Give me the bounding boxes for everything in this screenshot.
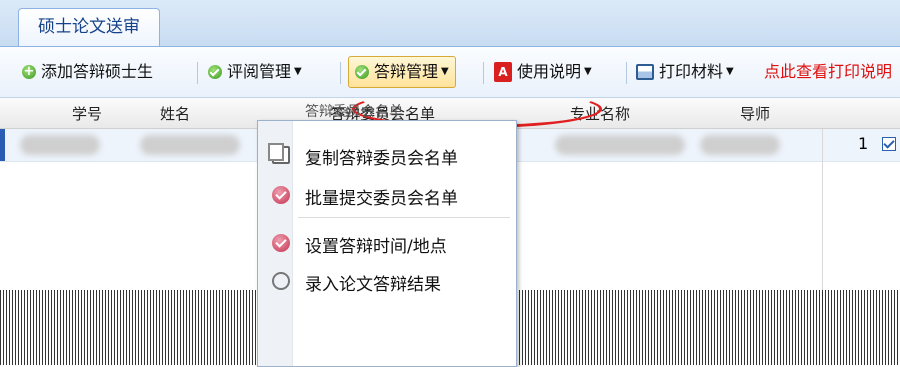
print-menu-label: 打印材料	[659, 62, 724, 81]
clock-icon	[272, 272, 290, 290]
redacted-cell	[700, 135, 780, 155]
add-icon: +	[22, 64, 36, 79]
redacted-cell	[555, 135, 685, 155]
menu-item-label: 复制答辩委员会名单	[305, 149, 458, 169]
menu-separator	[298, 217, 510, 218]
add-student-label: 添加答辩硕士生	[41, 62, 154, 81]
manual-menu-button[interactable]: A 使用说明 ▼	[494, 56, 592, 88]
menu-item-batch-submit[interactable]: 批量提交委员会名单	[258, 177, 516, 213]
menu-header-label: 答辩委员会名单	[305, 104, 403, 120]
toolbar-separator	[340, 62, 341, 84]
print-help-link[interactable]: 点此查看打印说明	[764, 56, 892, 88]
chevron-down-icon: ▼	[584, 66, 592, 77]
toolbar-separator	[626, 62, 627, 84]
review-menu-button[interactable]: 评阅管理 ▼	[208, 56, 302, 88]
toolbar-separator	[197, 62, 198, 84]
menu-header: 答辩委员会名单	[258, 99, 516, 121]
defense-dropdown-menu: 答辩委员会名单 复制答辩委员会名单 批量提交委员会名单 设置答辩时间/地点 录入…	[257, 104, 517, 367]
print-menu-button[interactable]: 打印材料 ▼	[636, 56, 734, 88]
column-header-advisor[interactable]: 导师	[740, 103, 770, 124]
chevron-down-icon: ▼	[726, 66, 734, 77]
copy-icon	[268, 143, 290, 164]
defense-menu-label: 答辩管理	[374, 62, 439, 81]
chevron-down-icon: ▼	[294, 66, 302, 77]
check-circle-icon	[355, 65, 369, 79]
review-menu-label: 评阅管理	[227, 62, 292, 81]
menu-item-label: 设置答辩时间/地点	[305, 237, 447, 257]
redacted-cell	[140, 135, 240, 155]
menu-item-set-time-place[interactable]: 设置答辩时间/地点	[258, 225, 516, 261]
column-divider	[822, 129, 823, 309]
check-circle-icon	[208, 65, 222, 79]
toolbar-separator	[483, 62, 484, 84]
check-circle-icon	[272, 234, 290, 252]
add-student-button[interactable]: + 添加答辩硕士生	[22, 56, 153, 88]
menu-item-label: 录入论文答辩结果	[305, 275, 441, 295]
redacted-cell	[20, 135, 100, 155]
defense-menu-button[interactable]: 答辩管理 ▼	[348, 56, 456, 88]
column-header-student-id[interactable]: 学号	[72, 103, 102, 124]
row-selector[interactable]	[0, 129, 5, 161]
menu-item-label: 批量提交委员会名单	[305, 189, 458, 209]
column-header-name[interactable]: 姓名	[160, 103, 190, 124]
tab-bar: 硕士论文送审	[0, 0, 900, 47]
pdf-icon: A	[494, 62, 512, 82]
menu-item-copy-committee[interactable]: 复制答辩委员会名单	[258, 137, 516, 173]
row-count: 1	[858, 134, 869, 153]
check-circle-icon	[272, 186, 290, 204]
tab-thesis-review[interactable]: 硕士论文送审	[18, 8, 160, 46]
manual-menu-label: 使用说明	[517, 62, 582, 81]
chevron-down-icon: ▼	[441, 66, 449, 77]
menu-item-enter-results[interactable]: 录入论文答辩结果	[258, 263, 516, 299]
row-checkbox[interactable]	[882, 137, 896, 151]
printer-icon	[636, 64, 654, 80]
